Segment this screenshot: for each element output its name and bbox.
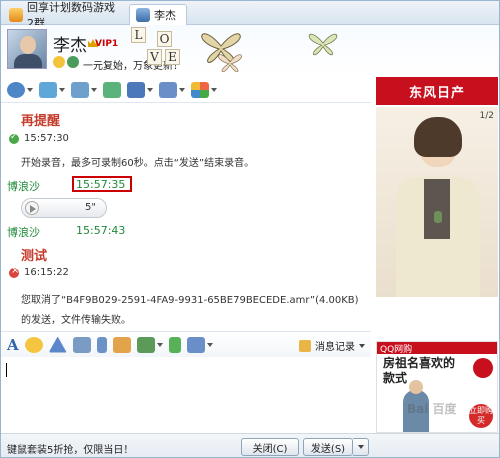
chat-toolbar [1, 77, 371, 103]
chevron-down-icon [359, 343, 365, 348]
status-icons [53, 56, 79, 68]
buy-now-button[interactable]: 立即购买 [469, 404, 493, 428]
tab-label: 李杰 [154, 9, 176, 22]
love-tile: V [147, 49, 162, 65]
ad-brand-banner[interactable]: 东风日产 [376, 77, 498, 105]
message-sender: 再提醒 [21, 114, 61, 129]
tab-contact[interactable]: 李杰 [129, 4, 187, 25]
chevron-down-icon[interactable] [59, 87, 65, 92]
send-options-button[interactable] [353, 438, 369, 456]
message-time: 15:57:43 [76, 224, 126, 237]
send-button[interactable]: 发送(S) [303, 438, 353, 456]
voice-duration: 5" [85, 202, 96, 213]
image-icon[interactable] [136, 336, 155, 353]
emoji-icon[interactable] [24, 336, 43, 353]
chevron-down-icon[interactable] [179, 87, 185, 92]
message-time: 15:57:30 [24, 133, 69, 144]
ad-shopping[interactable]: QQ网购 房祖名喜欢的款式 Bai 百度 立即购买 [376, 341, 498, 433]
avatar[interactable] [7, 29, 47, 69]
doodle-icon[interactable] [112, 336, 131, 353]
highlight-annotation [72, 176, 132, 192]
promo-link[interactable]: 键鼠套装5折抢，仅限当日！ [7, 441, 133, 456]
ad-image[interactable]: 1/2 [376, 107, 498, 297]
message-sender: 博浪沙 [7, 180, 40, 193]
create-discussion-icon[interactable] [103, 81, 121, 98]
chevron-down-icon[interactable] [211, 87, 217, 92]
success-icon [9, 132, 19, 144]
chevron-down-icon[interactable] [156, 342, 163, 347]
share-screen-icon[interactable] [159, 81, 177, 98]
brand-logo-icon [473, 358, 493, 378]
voice-message[interactable]: 5" [21, 198, 107, 218]
tab-group-chat[interactable]: 回享计划数码游戏2群 [3, 1, 125, 30]
input-toolbar: A 消息记录 [1, 331, 371, 357]
video-call-icon[interactable] [7, 81, 25, 98]
history-label: 消息记录 [315, 342, 355, 353]
message-sender: 博浪沙 [7, 226, 40, 239]
ad-pager[interactable]: 1/2 [480, 111, 494, 121]
ad-title: 房祖名喜欢的款式 [383, 356, 456, 385]
chevron-down-icon[interactable] [27, 87, 33, 92]
star-icon [53, 56, 65, 68]
gift-icon[interactable] [168, 336, 181, 353]
voice-message-icon[interactable] [96, 336, 107, 353]
screenshot-icon[interactable] [186, 336, 205, 353]
history-button[interactable]: 消息记录 [299, 338, 365, 353]
love-tile: O [157, 31, 172, 47]
chevron-down-icon[interactable] [91, 87, 97, 92]
message-time: 16:15:22 [24, 267, 69, 278]
magic-text-icon[interactable] [72, 336, 91, 353]
contact-name[interactable]: 李杰 [53, 31, 87, 56]
group-icon [9, 7, 23, 22]
chevron-down-icon[interactable] [206, 342, 213, 347]
message-text: 您取消了“B4F9B029-2591-4FA9-9931-65BE79BECED… [21, 295, 359, 306]
history-icon [299, 339, 311, 352]
watermark: Bai 百度 [407, 402, 457, 416]
remote-assist-icon[interactable] [127, 81, 145, 98]
butterfly-decoration-icon [218, 54, 242, 73]
close-button[interactable]: 关闭(C) [241, 438, 299, 456]
person-icon [136, 8, 150, 22]
butterfly-decoration-icon [308, 33, 338, 56]
globe-icon [67, 56, 79, 68]
apps-icon[interactable] [191, 81, 209, 98]
message-sender: 测试 [21, 249, 48, 264]
love-tile: L [131, 27, 146, 43]
message-status: 16:15:22 [9, 265, 69, 278]
send-file-icon[interactable] [71, 81, 89, 98]
message-text: 开始录音，最多可录制60秒。点击“发送”结束录音。 [21, 158, 255, 169]
message-status: 15:57:30 [9, 132, 69, 144]
ad-shop-label: QQ网购 [377, 342, 497, 355]
ad-sidebar: 东风日产 1/2 QQ网购 房祖名喜欢的款式 Bai 百度 立即购买 [373, 77, 499, 433]
text-caret [6, 363, 7, 377]
vip-badge[interactable]: VIP1 [95, 39, 118, 49]
message-history[interactable]: 再提醒 15:57:30 开始录音，最多可录制60秒。点击“发送”结束录音。 博… [1, 104, 371, 329]
bottom-bar: 键鼠套装5折抢，仅限当日！ 关闭(C) 发送(S) [1, 433, 499, 457]
shake-icon[interactable] [48, 336, 67, 353]
voice-call-icon[interactable] [39, 81, 57, 98]
message-input[interactable] [1, 357, 371, 433]
message-text: 的发送，文件传输失败。 [21, 315, 131, 326]
contact-header: 李杰 VIP1 一元复始，万象更新！ L O V E [1, 25, 499, 77]
love-tile: E [165, 49, 180, 65]
chevron-down-icon [357, 445, 364, 449]
chat-window: 回享计划数码游戏2群 李杰 李杰 VIP1 一元复始，万象更新！ L O V E [0, 0, 500, 458]
font-icon[interactable]: A [7, 336, 19, 354]
chevron-down-icon[interactable] [147, 87, 153, 92]
play-icon[interactable] [25, 201, 39, 215]
error-icon [9, 265, 19, 278]
